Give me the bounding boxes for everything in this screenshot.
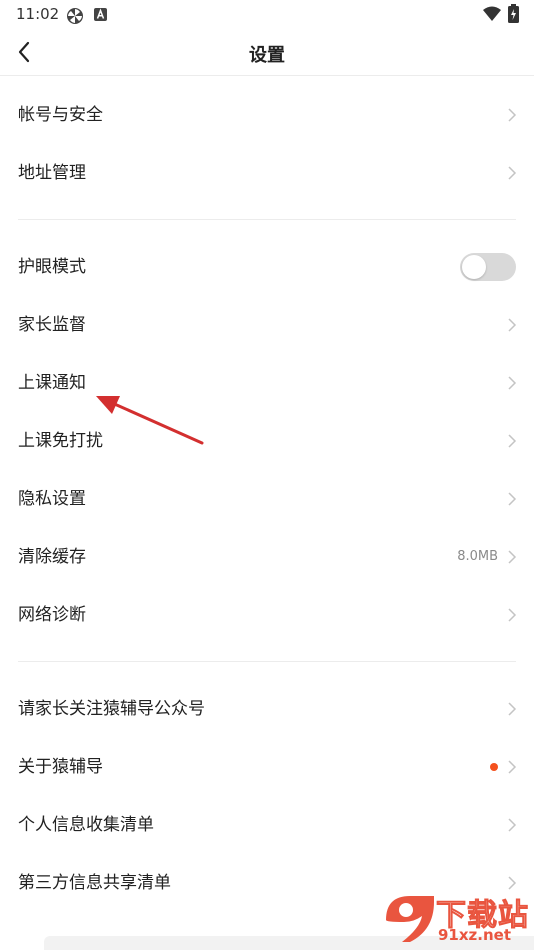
settings-item-label: 请家长关注猿辅导公众号 (18, 699, 205, 719)
chevron-right-icon (508, 434, 517, 448)
annotation-arrow (96, 396, 204, 445)
settings-item-eye-care: 护眼模式 (0, 238, 534, 296)
settings-item-clear-cache[interactable]: 清除缓存 8.0MB (0, 528, 534, 586)
eye-care-toggle[interactable] (460, 253, 516, 281)
watermark-logo-icon (386, 896, 434, 942)
chevron-right-icon (508, 702, 517, 716)
toggle-knob (462, 255, 486, 279)
cache-size-value: 8.0MB (457, 549, 498, 564)
settings-item-personal-info-list[interactable]: 个人信息收集清单 (0, 796, 534, 854)
chevron-right-icon (508, 608, 517, 622)
chevron-right-icon (508, 166, 517, 180)
settings-item-label: 第三方信息共享清单 (18, 873, 171, 893)
settings-item-do-not-disturb[interactable]: 上课免打扰 (0, 412, 534, 470)
settings-item-label: 个人信息收集清单 (18, 815, 154, 835)
settings-item-parent-supervision[interactable]: 家长监督 (0, 296, 534, 354)
settings-item-label: 隐私设置 (18, 489, 86, 509)
chevron-right-icon (508, 550, 517, 564)
chevron-right-icon (508, 760, 517, 774)
settings-item-network-diagnosis[interactable]: 网络诊断 (0, 586, 534, 644)
settings-item-label: 家长监督 (18, 315, 86, 335)
watermark: 下载站 91xz.net (380, 890, 530, 948)
status-time: 11:02 (16, 5, 60, 23)
page-title: 设置 (249, 45, 285, 66)
new-badge-dot (490, 763, 498, 771)
chevron-right-icon (508, 818, 517, 832)
settings-item-label: 清除缓存 (18, 547, 86, 567)
settings-item-account-security[interactable]: 帐号与安全 (0, 86, 534, 144)
battery-icon (508, 4, 519, 27)
settings-item-label: 地址管理 (18, 163, 86, 183)
navigation-bar: 设置 (0, 30, 534, 76)
status-bar: 11:02 (0, 0, 534, 30)
chevron-right-icon (508, 492, 517, 506)
settings-item-follow-official-account[interactable]: 请家长关注猿辅导公众号 (0, 680, 534, 738)
chevron-right-icon (508, 318, 517, 332)
wifi-icon (483, 6, 501, 26)
pinwheel-icon (66, 7, 84, 29)
chevron-right-icon (508, 108, 517, 122)
section-divider (18, 219, 516, 220)
settings-item-address[interactable]: 地址管理 (0, 144, 534, 202)
settings-item-label: 网络诊断 (18, 605, 86, 625)
settings-item-privacy[interactable]: 隐私设置 (0, 470, 534, 528)
settings-item-label: 关于猿辅导 (18, 757, 103, 777)
settings-item-about[interactable]: 关于猿辅导 (0, 738, 534, 796)
settings-item-class-notification[interactable]: 上课通知 (0, 354, 534, 412)
settings-item-label: 帐号与安全 (18, 105, 103, 125)
settings-item-label: 上课通知 (18, 373, 86, 393)
section-divider (18, 661, 516, 662)
chevron-right-icon (508, 876, 517, 890)
settings-item-label: 护眼模式 (18, 257, 86, 277)
chevron-right-icon (508, 376, 517, 390)
watermark-site: 91xz.net (438, 926, 512, 944)
notification-a-icon (94, 7, 108, 27)
